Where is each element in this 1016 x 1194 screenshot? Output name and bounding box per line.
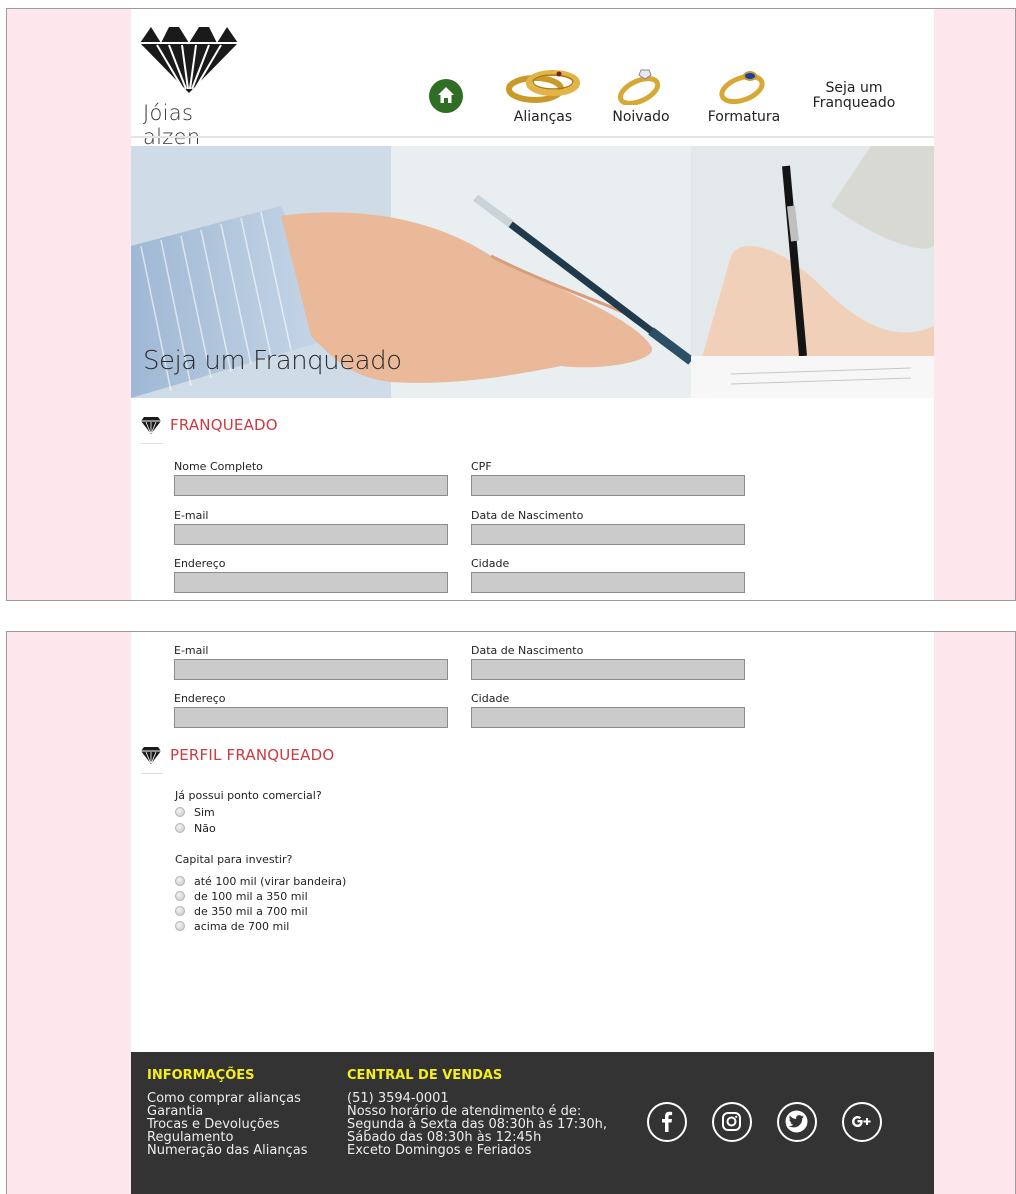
input-data-nascimento[interactable] xyxy=(471,659,745,680)
footer-heading-informacoes: INFORMAÇÕES xyxy=(147,1068,255,1083)
radio-option-acima-700-mil[interactable]: acima de 700 mil xyxy=(175,920,289,934)
input-data-nascimento[interactable] xyxy=(471,524,745,545)
input-cidade[interactable] xyxy=(471,572,745,593)
radio-option-sim[interactable]: Sim xyxy=(175,806,215,820)
input-endereco[interactable] xyxy=(174,572,448,593)
hero-caption: Seja um Franqueado xyxy=(143,346,402,376)
label-cidade: Cidade xyxy=(471,557,510,570)
label-data-nascimento: Data de Nascimento xyxy=(471,644,584,657)
label-cpf: CPF xyxy=(471,460,492,473)
input-endereco[interactable] xyxy=(174,707,448,728)
hero-banner: Seja um Franqueado xyxy=(131,146,934,398)
input-nome-completo[interactable] xyxy=(174,475,448,496)
section-title-franqueado-text: FRANQUEADO xyxy=(170,416,278,434)
radio-label: Sim xyxy=(194,806,215,819)
nav-label-aliancas: Alianças xyxy=(513,109,573,125)
twitter-button[interactable] xyxy=(777,1102,817,1142)
radio-option-ate-100-mil[interactable]: até 100 mil (virar bandeira) xyxy=(175,875,346,889)
section-underline xyxy=(141,773,163,774)
nav-label-noivado: Noivado xyxy=(612,109,670,125)
instagram-button[interactable] xyxy=(712,1102,752,1142)
field-email: E-mail xyxy=(174,509,448,545)
label-data-nascimento: Data de Nascimento xyxy=(471,509,584,522)
nav-item-seja-franqueado[interactable]: Seja um Franqueado xyxy=(799,81,909,111)
radio-label: de 100 mil a 350 mil xyxy=(194,890,308,903)
input-cpf[interactable] xyxy=(471,475,745,496)
field-cidade: Cidade xyxy=(471,557,745,593)
radio-label: Não xyxy=(194,822,216,835)
radio-button[interactable] xyxy=(175,823,185,833)
field-endereco: Endereço xyxy=(174,557,448,593)
label-email: E-mail xyxy=(174,509,209,522)
field-data-nascimento: Data de Nascimento xyxy=(471,644,745,680)
footer-central-vendas: CENTRAL DE VENDAS (51) 3594-0001 Nosso h… xyxy=(347,1068,607,1157)
page-container-scrolled: E-mail Data de Nascimento Endereço Cidad… xyxy=(131,632,934,1194)
nav-label-formatura: Formatura xyxy=(707,109,781,125)
footer-link[interactable]: Numeração das Alianças xyxy=(147,1144,307,1157)
brand-logo[interactable]: Jóias alzen xyxy=(139,21,249,149)
field-data-nascimento: Data de Nascimento xyxy=(471,509,745,545)
radio-button[interactable] xyxy=(175,807,185,817)
field-cpf: CPF xyxy=(471,460,745,496)
label-email: E-mail xyxy=(174,644,209,657)
section-title-perfil-text: PERFIL FRANQUEADO xyxy=(170,746,335,764)
twitter-icon xyxy=(785,1110,808,1133)
footer-informacoes: INFORMAÇÕES Como comprar alianças Garant… xyxy=(147,1068,307,1157)
radio-button[interactable] xyxy=(175,876,185,886)
diamond-logo-icon xyxy=(140,27,238,93)
radio-button[interactable] xyxy=(175,906,185,916)
instagram-icon xyxy=(722,1112,741,1131)
nav-franqueado-line1: Seja um xyxy=(825,80,883,96)
radio-option-nao[interactable]: Não xyxy=(175,822,216,836)
label-nome-completo: Nome Completo xyxy=(174,460,263,473)
field-nome-completo: Nome Completo xyxy=(174,460,448,496)
google-plus-button[interactable] xyxy=(842,1102,882,1142)
wedding-rings-icon xyxy=(506,70,580,103)
facebook-icon xyxy=(662,1111,673,1132)
input-email[interactable] xyxy=(174,524,448,545)
question-ponto-comercial: Já possui ponto comercial? xyxy=(175,789,322,802)
diamond-icon xyxy=(141,747,161,764)
field-email: E-mail xyxy=(174,644,448,680)
engagement-ring-icon xyxy=(617,69,661,105)
field-endereco: Endereço xyxy=(174,692,448,728)
label-endereco: Endereço xyxy=(174,557,226,570)
viewport-bottom: E-mail Data de Nascimento Endereço Cidad… xyxy=(6,631,1016,1194)
radio-button[interactable] xyxy=(175,921,185,931)
diamond-icon xyxy=(141,417,161,434)
nav-item-formatura[interactable]: Formatura xyxy=(699,65,789,125)
nav-item-aliancas[interactable]: Alianças xyxy=(501,65,585,125)
graduation-ring-icon xyxy=(719,71,765,105)
section-title-franqueado: FRANQUEADO xyxy=(141,416,278,434)
label-endereco: Endereço xyxy=(174,692,226,705)
google-plus-icon xyxy=(852,1116,871,1127)
radio-label: acima de 700 mil xyxy=(194,920,290,933)
nav-item-noivado[interactable]: Noivado xyxy=(601,65,681,125)
radio-button[interactable] xyxy=(175,891,185,901)
nav-franqueado-line2: Franqueado xyxy=(812,95,896,111)
input-email[interactable] xyxy=(174,659,448,680)
radio-label: até 100 mil (virar bandeira) xyxy=(194,875,347,888)
section-title-perfil: PERFIL FRANQUEADO xyxy=(141,746,334,764)
header-divider xyxy=(131,136,934,138)
input-cidade[interactable] xyxy=(471,707,745,728)
section-underline xyxy=(141,443,163,444)
viewport-top: Jóias alzen Alianças Noivado Formatura S… xyxy=(6,8,1016,601)
radio-option-100-350-mil[interactable]: de 100 mil a 350 mil xyxy=(175,890,308,904)
field-cidade: Cidade xyxy=(471,692,745,728)
brand-name: Jóias alzen xyxy=(143,101,201,149)
footer-hours-line: Exceto Domingos e Feriados xyxy=(347,1143,532,1158)
page-container: Jóias alzen Alianças Noivado Formatura S… xyxy=(131,9,934,600)
question-capital: Capital para investir? xyxy=(175,853,293,866)
site-footer: INFORMAÇÕES Como comprar alianças Garant… xyxy=(131,1052,934,1194)
facebook-button[interactable] xyxy=(647,1102,687,1142)
footer-heading-vendas: CENTRAL DE VENDAS xyxy=(347,1068,503,1083)
label-cidade: Cidade xyxy=(471,692,510,705)
radio-label: de 350 mil a 700 mil xyxy=(194,905,308,918)
home-button[interactable] xyxy=(429,79,463,113)
home-icon xyxy=(438,87,454,103)
radio-option-350-700-mil[interactable]: de 350 mil a 700 mil xyxy=(175,905,308,919)
